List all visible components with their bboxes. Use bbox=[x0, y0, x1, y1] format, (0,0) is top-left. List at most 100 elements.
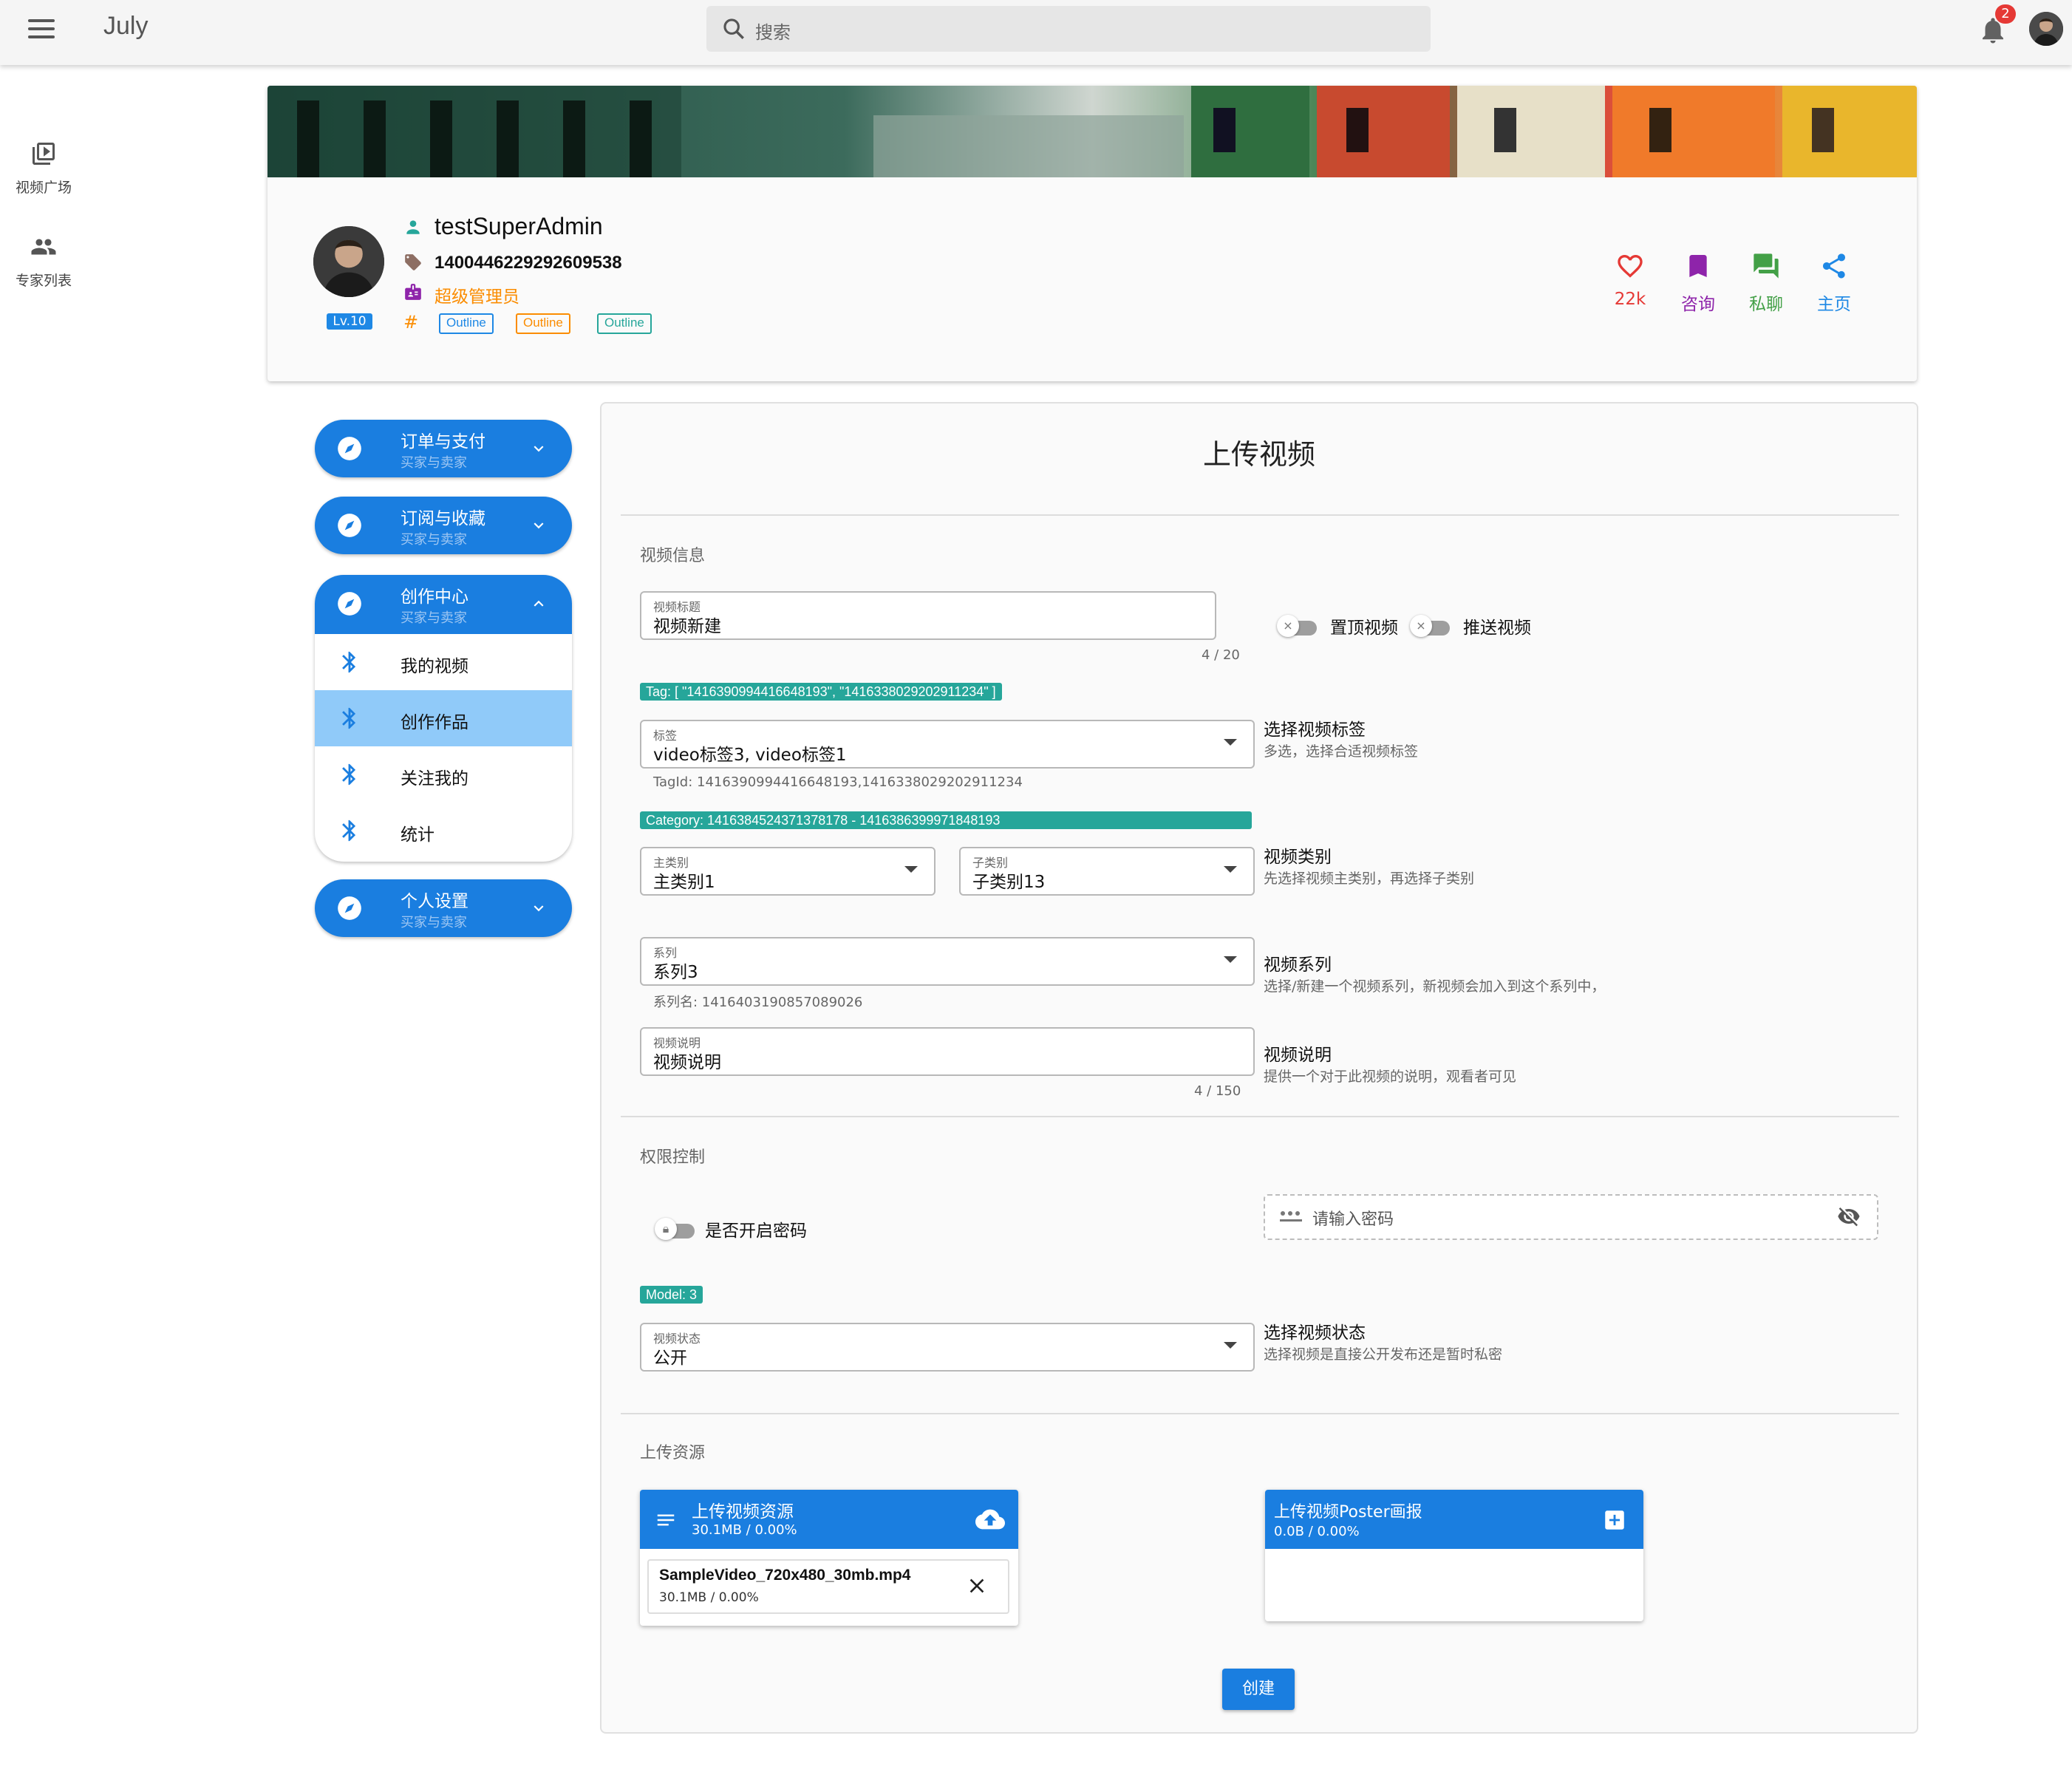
category-side-subtitle: 先选择视频主类别，再选择子类别 bbox=[1264, 871, 1475, 887]
file-name: SampleVideo_720x480_30mb.mp4 bbox=[659, 1567, 911, 1584]
rail-label: 专家列表 bbox=[15, 273, 72, 289]
homepage-stat[interactable]: 主页 bbox=[1800, 251, 1868, 315]
menu-group-orders[interactable]: 订单与支付 买家与卖家 bbox=[315, 420, 572, 477]
outline-chip-blue[interactable]: Outline bbox=[439, 313, 494, 334]
series-select[interactable]: 系列 系列3 bbox=[640, 937, 1255, 986]
menu-icon[interactable] bbox=[28, 19, 55, 41]
app-title: July bbox=[103, 12, 149, 40]
video-status-select[interactable]: 视频状态 公开 bbox=[640, 1323, 1255, 1372]
password-input[interactable]: 请输入密码 bbox=[1264, 1194, 1878, 1240]
menu-group-subtitle: 买家与卖家 bbox=[401, 532, 467, 548]
menu-group-title: 个人设置 bbox=[401, 892, 468, 911]
chevron-down-icon bbox=[534, 446, 544, 452]
chevron-down-icon bbox=[534, 522, 544, 529]
profile-user-id: 1400446229292609538 bbox=[434, 253, 622, 273]
profile-username: testSuperAdmin bbox=[434, 213, 603, 239]
push-video-switch[interactable]: × bbox=[1410, 615, 1450, 637]
title-counter: 4 / 20 bbox=[1202, 647, 1240, 663]
close-icon[interactable] bbox=[965, 1574, 989, 1598]
rail-item-video-square[interactable]: 视频广场 bbox=[0, 140, 87, 197]
tag-id-hint: TagId: 1416390994416648193,1416338029202… bbox=[653, 774, 1023, 790]
hash-icon: # bbox=[403, 312, 419, 333]
outline-chip-green[interactable]: Outline bbox=[597, 313, 652, 334]
menu-group-title: 创作中心 bbox=[401, 587, 468, 607]
search-placeholder: 搜索 bbox=[755, 22, 791, 43]
bookmark-icon bbox=[1689, 255, 1707, 277]
menu-group-subtitle: 买家与卖家 bbox=[401, 455, 467, 471]
poster-upload-card: 上传视频Poster画报 0.0B / 0.00% bbox=[1265, 1490, 1643, 1621]
video-upload-header: 上传视频资源 30.1MB / 0.00% bbox=[640, 1490, 1018, 1549]
dropdown-arrow-icon bbox=[1224, 739, 1237, 746]
bluetooth-icon bbox=[342, 651, 356, 673]
menu-group-subscriptions[interactable]: 订阅与收藏 买家与卖家 bbox=[315, 497, 572, 554]
status-side-subtitle: 选择视频是直接公开发布还是暂时私密 bbox=[1264, 1346, 1503, 1363]
main-category-select[interactable]: 主类别 主类别1 bbox=[640, 847, 936, 896]
close-icon: × bbox=[1277, 615, 1299, 637]
tags-select[interactable]: 标签 video标签3, video标签1 bbox=[640, 720, 1255, 769]
divider bbox=[621, 1413, 1899, 1414]
add-box-icon[interactable] bbox=[1602, 1507, 1627, 1533]
password-dots-icon bbox=[1280, 1211, 1302, 1222]
uploaded-file-item: SampleVideo_720x480_30mb.mp4 30.1MB / 0.… bbox=[647, 1559, 1009, 1614]
profile-role: 超级管理员 bbox=[434, 287, 519, 307]
model-chip: Model: 3 bbox=[640, 1286, 703, 1304]
people-icon bbox=[31, 239, 56, 255]
outline-chip-orange[interactable]: Outline bbox=[516, 313, 570, 334]
consult-label: 咨询 bbox=[1681, 295, 1715, 314]
pin-video-label: 置顶视频 bbox=[1330, 619, 1398, 638]
section-permission: 权限控制 bbox=[640, 1148, 706, 1167]
menu-group-creation: 创作中心 买家与卖家 我的视频 创作作品 关注我的 统计 bbox=[315, 575, 572, 862]
rail-item-experts[interactable]: 专家列表 bbox=[0, 234, 87, 290]
field-value: 主类别1 bbox=[653, 873, 715, 892]
dropdown-arrow-icon bbox=[904, 866, 918, 873]
compass-icon bbox=[338, 592, 361, 616]
profile-banner-image bbox=[267, 86, 1917, 177]
tag-chip: Tag: [ "1416390994416648193", "141633802… bbox=[640, 683, 1002, 701]
cloud-upload-icon[interactable] bbox=[975, 1505, 1005, 1534]
video-title-field[interactable]: 视频标题 视频新建 bbox=[640, 591, 1216, 640]
menu-item-label: 关注我的 bbox=[401, 769, 468, 788]
sub-category-select[interactable]: 子类别 子类别13 bbox=[959, 847, 1255, 896]
likes-count: 22k bbox=[1614, 290, 1646, 309]
menu-item-followers[interactable]: 关注我的 bbox=[315, 746, 572, 803]
profile-card: Lv.10 testSuperAdmin 1400446229292609538… bbox=[267, 86, 1917, 381]
section-upload: 上传资源 bbox=[640, 1444, 706, 1462]
chat-stat[interactable]: 私聊 bbox=[1732, 251, 1800, 315]
menu-item-statistics[interactable]: 统计 bbox=[315, 803, 572, 859]
heart-icon bbox=[1618, 255, 1643, 278]
homepage-label: 主页 bbox=[1817, 295, 1851, 314]
visibility-off-icon[interactable] bbox=[1836, 1205, 1862, 1228]
pin-video-switch[interactable]: × bbox=[1277, 615, 1317, 637]
dropdown-arrow-icon bbox=[1224, 1342, 1237, 1349]
tags-side-title: 选择视频标签 bbox=[1264, 720, 1366, 740]
status-side-title: 选择视频状态 bbox=[1264, 1323, 1366, 1343]
chat-icon bbox=[1754, 253, 1779, 279]
likes-stat[interactable]: 22k bbox=[1596, 251, 1664, 309]
menu-group-creation-header[interactable]: 创作中心 买家与卖家 bbox=[315, 575, 572, 634]
description-field[interactable]: 视频说明 视频说明 bbox=[640, 1027, 1255, 1076]
search-input[interactable]: 搜索 bbox=[706, 6, 1431, 52]
menu-group-title: 订阅与收藏 bbox=[401, 509, 485, 528]
create-button[interactable]: 创建 bbox=[1222, 1669, 1295, 1710]
menu-group-settings[interactable]: 个人设置 买家与卖家 bbox=[315, 879, 572, 937]
series-name-hint: 系列名: 1416403190857089026 bbox=[653, 995, 863, 1010]
upload-video-panel: 上传视频 视频信息 视频标题 视频新建 4 / 20 × 置顶视频 × 推送视频… bbox=[600, 402, 1918, 1734]
menu-item-creations[interactable]: 创作作品 bbox=[315, 690, 572, 746]
field-value: 公开 bbox=[653, 1349, 687, 1368]
user-avatar[interactable] bbox=[2029, 12, 2063, 46]
profile-avatar bbox=[313, 226, 384, 297]
video-upload-title: 上传视频资源 bbox=[692, 1502, 794, 1522]
password-switch[interactable]: 🔒︎ bbox=[655, 1218, 695, 1240]
file-progress: 30.1MB / 0.00% bbox=[659, 1590, 759, 1605]
compass-icon bbox=[338, 896, 361, 920]
bluetooth-icon bbox=[342, 763, 356, 786]
consult-stat[interactable]: 咨询 bbox=[1664, 251, 1732, 315]
divider bbox=[621, 514, 1899, 516]
menu-item-label: 统计 bbox=[401, 825, 434, 845]
menu-item-my-videos[interactable]: 我的视频 bbox=[315, 634, 572, 690]
compass-icon bbox=[338, 437, 361, 460]
series-side-subtitle: 选择/新建一个视频系列，新视频会加入到这个系列中， bbox=[1264, 978, 1606, 995]
field-value: video标签3, video标签1 bbox=[653, 746, 847, 765]
category-chip: Category: 1416384524371378178 - 14163863… bbox=[640, 811, 1252, 829]
video-library-icon bbox=[33, 143, 55, 165]
